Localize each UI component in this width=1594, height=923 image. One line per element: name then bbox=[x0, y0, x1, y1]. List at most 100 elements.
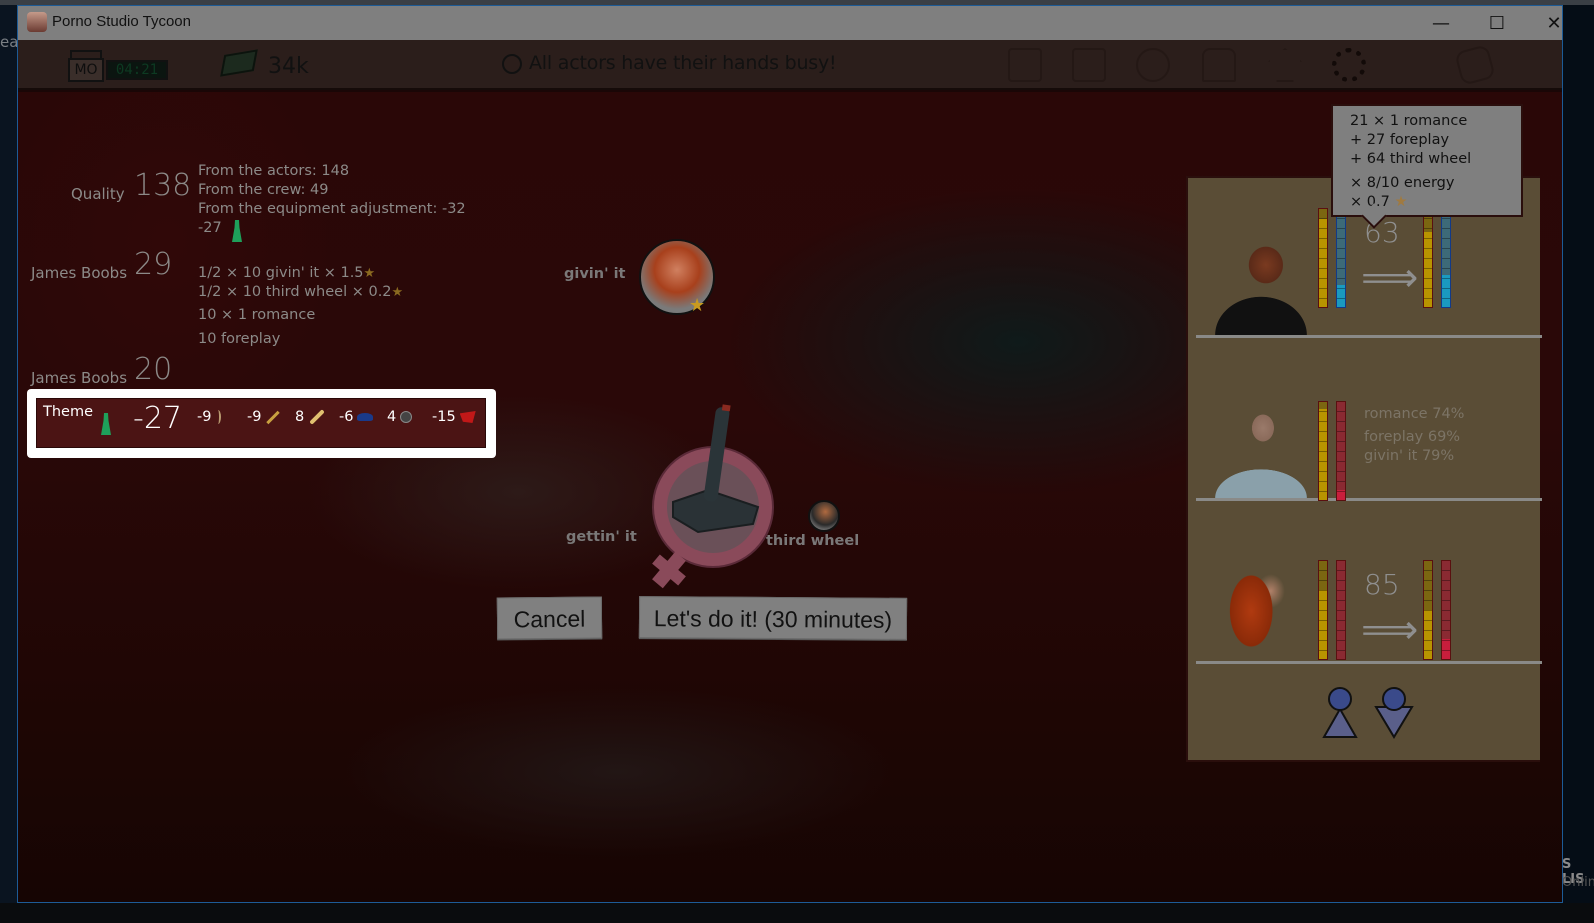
clock-hanger bbox=[70, 50, 102, 58]
desktop-text: ea bbox=[0, 33, 19, 51]
map-icon[interactable] bbox=[1008, 48, 1042, 82]
quality-value: 138 bbox=[134, 168, 192, 203]
dress-icon bbox=[101, 413, 111, 435]
portrait-female-actor-red bbox=[1212, 561, 1310, 661]
tooltip-line: × 8/10 energy bbox=[1350, 175, 1455, 191]
desktop-bottom bbox=[0, 903, 1594, 923]
frying-pan-icon bbox=[400, 411, 413, 423]
star-icon: ★ bbox=[363, 266, 376, 281]
theme-value: -27 bbox=[133, 401, 182, 436]
male-figure-icon[interactable] bbox=[1320, 687, 1360, 739]
desktop-right-edge: S LIS Onlin bbox=[1562, 5, 1594, 923]
theme-modifier: 4 bbox=[387, 409, 413, 425]
quality-line: -27 bbox=[198, 220, 222, 236]
globe-www-icon[interactable] bbox=[1136, 48, 1170, 82]
tooltip-line: + 27 foreplay bbox=[1350, 132, 1450, 148]
cape-icon bbox=[459, 411, 476, 423]
money-value: 34k bbox=[268, 54, 309, 79]
rolling-pin-icon bbox=[309, 409, 326, 425]
actor-value: 20 bbox=[134, 352, 173, 387]
theme-modifier: 8 bbox=[295, 409, 326, 425]
upgrade-arrow-icon[interactable] bbox=[1268, 48, 1302, 82]
calculator-icon[interactable] bbox=[1072, 48, 1106, 82]
arousal-bar-after bbox=[1441, 560, 1451, 660]
theme-highlight: Theme -27 -9 -9 8 -6 4 -15 bbox=[27, 389, 496, 458]
graduation-cap-icon bbox=[357, 413, 374, 421]
energy-bar-after bbox=[1423, 560, 1433, 660]
cast-panel: 63 ⟹ romance 74% foreplay 69% givin' it … bbox=[1186, 176, 1542, 762]
add-actor-slot bbox=[1196, 667, 1542, 762]
joystick-position-icon bbox=[652, 404, 774, 589]
actor-line: 1/2 × 10 givin' it × 1.5★ bbox=[198, 265, 376, 281]
maximize-button[interactable]: ☐ bbox=[1474, 6, 1520, 40]
role-label-giving: givin' it bbox=[564, 266, 626, 282]
game-top-bar: MO 04:21 34k All actors have their hands… bbox=[18, 40, 1562, 90]
actor-line: 10 foreplay bbox=[198, 331, 281, 347]
title-bar[interactable]: Porno Studio Tycoon — ☐ ✕ bbox=[18, 6, 1562, 40]
energy-bar bbox=[1318, 560, 1328, 660]
gear-icon[interactable] bbox=[1332, 48, 1366, 82]
theme-modifier: -9 bbox=[247, 409, 281, 425]
window-title: Porno Studio Tycoon bbox=[52, 13, 191, 30]
actor-line: 10 × 1 romance bbox=[198, 307, 316, 323]
game-clock: MO 04:21 bbox=[68, 50, 170, 82]
theme-label: Theme bbox=[43, 404, 94, 420]
tshirt-icon[interactable] bbox=[1202, 48, 1236, 82]
skill-giving: givin' it 79% bbox=[1364, 448, 1455, 464]
money-stack-icon bbox=[220, 49, 258, 77]
clock-status-icon bbox=[502, 54, 522, 74]
arousal-bar bbox=[1336, 560, 1346, 660]
boomerang-icon bbox=[215, 410, 222, 424]
actor-name: James Boobs bbox=[31, 369, 128, 387]
arousal-bar-after bbox=[1441, 208, 1451, 308]
star-icon: ★ bbox=[1394, 194, 1408, 210]
spear-icon bbox=[266, 410, 281, 424]
tooltip-line: 21 × 1 romance bbox=[1350, 113, 1468, 129]
joystick-button bbox=[721, 404, 731, 412]
portrait-female-actor-silver bbox=[1212, 398, 1310, 498]
arousal-bar bbox=[1336, 401, 1346, 501]
actor-value: 29 bbox=[134, 247, 173, 282]
theme-modifier: -6 bbox=[339, 409, 374, 425]
game-window: Porno Studio Tycoon — ☐ ✕ MO 04:21 34k A… bbox=[17, 5, 1563, 903]
status-message: All actors have their hands busy! bbox=[529, 52, 837, 74]
arrow-icon: ⟹ bbox=[1361, 255, 1419, 301]
clock-day: MO bbox=[68, 58, 104, 82]
role-label-getting: gettin' it bbox=[566, 529, 637, 545]
star-icon: ★ bbox=[689, 295, 706, 316]
arrow-icon: ⟹ bbox=[1361, 607, 1419, 653]
role-label-third: third wheel bbox=[766, 533, 860, 549]
scene-background: Quality 138 From the actors: 148 From th… bbox=[18, 92, 1562, 902]
dress-icon bbox=[232, 220, 242, 242]
energy-bar bbox=[1318, 401, 1328, 501]
confirm-button[interactable]: Let's do it! (30 minutes) bbox=[638, 596, 908, 640]
star-icon: ★ bbox=[391, 285, 404, 300]
minimize-button[interactable]: — bbox=[1418, 6, 1464, 40]
desktop-left-edge: ea bbox=[0, 5, 19, 923]
actor-line: 1/2 × 10 third wheel × 0.2★ bbox=[198, 284, 404, 300]
bag-icon[interactable] bbox=[1454, 44, 1496, 86]
desktop-text: Onlin bbox=[1562, 875, 1594, 890]
arousal-bar bbox=[1336, 208, 1346, 308]
skill-foreplay: foreplay 69% bbox=[1364, 429, 1461, 445]
score-tooltip: 21 × 1 romance + 27 foreplay + 64 third … bbox=[1331, 104, 1523, 217]
theme-modifier: -9 bbox=[197, 409, 222, 425]
energy-bar-after bbox=[1423, 208, 1433, 308]
close-button[interactable]: ✕ bbox=[1531, 6, 1562, 40]
quality-line: From the actors: 148 bbox=[198, 163, 350, 179]
cast-slot-female-silver[interactable]: romance 74% foreplay 69% givin' it 79% bbox=[1196, 341, 1542, 501]
energy-bar bbox=[1318, 208, 1328, 308]
portrait-male-actor bbox=[1212, 235, 1310, 335]
quality-line: From the crew: 49 bbox=[198, 182, 329, 198]
theme-modifier: -15 bbox=[432, 409, 476, 425]
female-figure-icon[interactable] bbox=[1374, 687, 1414, 739]
tooltip-line: × 0.7 ★ bbox=[1350, 194, 1408, 210]
female-score: 85 bbox=[1364, 568, 1400, 601]
actor-name: James Boobs bbox=[31, 264, 128, 282]
clock-time: 04:21 bbox=[106, 60, 168, 80]
cancel-button[interactable]: Cancel bbox=[496, 596, 603, 640]
skill-romance: romance 74% bbox=[1364, 406, 1465, 422]
avatar-third-wheel[interactable] bbox=[808, 500, 840, 532]
tooltip-line: + 64 third wheel bbox=[1350, 151, 1472, 167]
cast-slot-female-red[interactable]: 85 ⟹ bbox=[1196, 504, 1542, 664]
